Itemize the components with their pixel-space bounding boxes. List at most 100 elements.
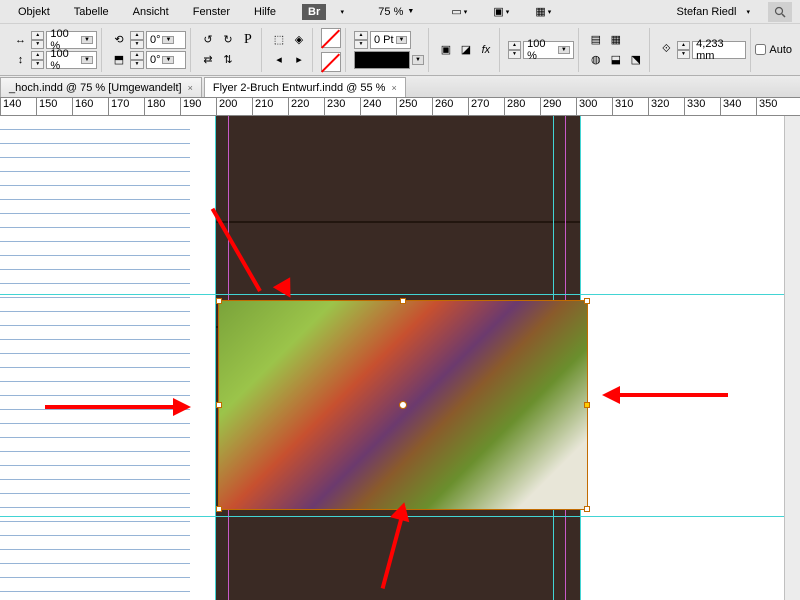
search-icon — [774, 6, 786, 18]
ruler-tick: 210 — [252, 98, 273, 115]
corner-radius-stepper[interactable]: ▲▼ — [677, 41, 690, 59]
fill-none-icon[interactable] — [321, 28, 341, 48]
ruler-tick: 300 — [576, 98, 597, 115]
opacity-input[interactable]: 100 % — [523, 41, 574, 59]
ruler-tick: 220 — [288, 98, 309, 115]
bridge-button[interactable]: Br — [302, 4, 326, 20]
corner-options-icon[interactable]: ⟐ — [658, 41, 675, 59]
control-bar: ↔ ▲▼ 100 % ↕ ▲▼ 100 % ⟲ ▲▼ 0° ⬒ ▲▼ 0° ↺ … — [0, 24, 800, 76]
ruler-tick: 340 — [720, 98, 741, 115]
ruler-tick: 330 — [684, 98, 705, 115]
select-next-icon[interactable]: ▸ — [290, 51, 308, 69]
document-canvas[interactable]: ↖ — [0, 116, 800, 600]
effects-target-icon[interactable]: ▣ — [437, 41, 455, 59]
menu-hilfe[interactable]: Hilfe — [244, 2, 286, 22]
ruler-tick: 320 — [648, 98, 669, 115]
stroke-weight-stepper[interactable]: ▲▼ — [354, 31, 368, 49]
ruler-tick: 150 — [36, 98, 57, 115]
rotation-stepper[interactable]: ▲▼ — [130, 31, 144, 49]
ruler-tick: 240 — [360, 98, 381, 115]
menu-objekt[interactable]: Objekt — [8, 2, 60, 22]
document-tab-1[interactable]: _hoch.indd @ 75 % [Umgewandelt] × — [0, 77, 202, 97]
resize-handle-sw[interactable] — [216, 506, 222, 512]
document-tab-bar: _hoch.indd @ 75 % [Umgewandelt] × Flyer … — [0, 76, 800, 98]
rotate-icon: ⟲ — [110, 31, 128, 49]
select-container-icon[interactable]: ⬚ — [270, 31, 288, 49]
ruler-guide[interactable] — [0, 294, 800, 295]
user-name[interactable]: Stefan Riedl — [671, 4, 743, 20]
shear-stepper[interactable]: ▲▼ — [130, 51, 144, 69]
resize-handle-nw[interactable] — [216, 298, 222, 304]
ruler-tick: 140 — [0, 98, 21, 115]
resize-handle-e[interactable] — [584, 402, 590, 408]
menu-bar: Objekt Tabelle Ansicht Fenster Hilfe Br … — [0, 0, 800, 24]
ruler-tick: 310 — [612, 98, 633, 115]
stroke-none-icon[interactable] — [321, 52, 341, 72]
horizontal-ruler[interactable]: 1401501601701801902002102202302402502602… — [0, 98, 800, 116]
shear-icon: ⬒ — [110, 51, 128, 69]
ruler-tick: 280 — [504, 98, 525, 115]
opacity-stepper[interactable]: ▲▼ — [508, 41, 521, 59]
auto-fit-checkbox[interactable]: Auto — [755, 44, 792, 56]
text-wrap-bbox-icon[interactable]: ▦ — [607, 31, 625, 49]
corner-radius-input[interactable]: 4,233 mm — [692, 41, 746, 59]
content-grabber[interactable] — [399, 401, 407, 409]
ruler-tick: 180 — [144, 98, 165, 115]
ruler-tick: 200 — [216, 98, 237, 115]
menu-fenster[interactable]: Fenster — [183, 2, 240, 22]
resize-handle-se[interactable] — [584, 506, 590, 512]
resize-handle-n[interactable] — [400, 298, 406, 304]
scale-y-icon: ↕ — [12, 51, 29, 69]
text-wrap-none-icon[interactable]: ▤ — [587, 31, 605, 49]
menu-ansicht[interactable]: Ansicht — [123, 2, 179, 22]
view-mode-icon[interactable]: ▭ — [448, 2, 470, 22]
stroke-weight-input[interactable]: 0 Pt — [370, 31, 412, 49]
rotation-input[interactable]: 0° — [146, 31, 186, 49]
scale-x-input[interactable]: 100 % — [46, 31, 97, 49]
ruler-tick: 270 — [468, 98, 489, 115]
column-guide[interactable] — [215, 116, 216, 600]
ruler-tick: 250 — [396, 98, 417, 115]
vertical-scrollbar[interactable] — [784, 116, 800, 600]
scale-x-stepper[interactable]: ▲▼ — [31, 31, 44, 49]
screen-mode-icon[interactable]: ▣ — [490, 2, 512, 22]
scale-x-icon: ↔ — [12, 31, 29, 49]
selection-bounding-box[interactable] — [218, 300, 588, 510]
drop-shadow-icon[interactable]: ◪ — [457, 41, 475, 59]
char-p-icon: P — [239, 31, 257, 49]
scale-y-input[interactable]: 100 % — [46, 51, 97, 69]
close-icon[interactable]: × — [391, 83, 396, 93]
document-tab-2-label: Flyer 2-Bruch Entwurf.indd @ 55 % — [213, 82, 386, 94]
search-button[interactable] — [768, 2, 792, 22]
bridge-dropdown-icon[interactable] — [330, 2, 352, 22]
arrange-icon[interactable]: ▦ — [532, 2, 554, 22]
ruler-tick: 230 — [324, 98, 345, 115]
ruler-tick: 350 — [756, 98, 777, 115]
annotation-arrow-top — [240, 196, 310, 306]
zoom-level[interactable]: 75 % — [372, 4, 420, 20]
flip-h-icon[interactable]: ⇄ — [199, 51, 217, 69]
ruler-tick: 160 — [72, 98, 93, 115]
document-tab-2[interactable]: Flyer 2-Bruch Entwurf.indd @ 55 % × — [204, 77, 406, 97]
text-wrap-shape-icon[interactable]: ◍ — [587, 51, 605, 69]
rotate-ccw-icon[interactable]: ↺ — [199, 31, 217, 49]
ruler-tick: 290 — [540, 98, 561, 115]
text-wrap-col-icon[interactable]: ⬔ — [627, 51, 645, 69]
text-wrap-jump-icon[interactable]: ⬓ — [607, 51, 625, 69]
close-icon[interactable]: × — [188, 83, 193, 93]
resize-handle-w[interactable] — [216, 402, 222, 408]
select-content-icon[interactable]: ◈ — [290, 31, 308, 49]
ruler-tick: 170 — [108, 98, 129, 115]
select-prev-icon[interactable]: ◂ — [270, 51, 288, 69]
rotate-cw-icon[interactable]: ↻ — [219, 31, 237, 49]
menu-tabelle[interactable]: Tabelle — [64, 2, 119, 22]
scale-y-stepper[interactable]: ▲▼ — [31, 51, 44, 69]
flip-v-icon[interactable]: ⇅ — [219, 51, 237, 69]
fx-icon[interactable]: fx — [477, 41, 495, 59]
ruler-tick: 190 — [180, 98, 201, 115]
shear-input[interactable]: 0° — [146, 51, 186, 69]
left-page-background — [0, 116, 190, 600]
stroke-style-picker[interactable] — [354, 51, 410, 69]
resize-handle-ne[interactable] — [584, 298, 590, 304]
auto-fit-label: Auto — [769, 44, 792, 56]
